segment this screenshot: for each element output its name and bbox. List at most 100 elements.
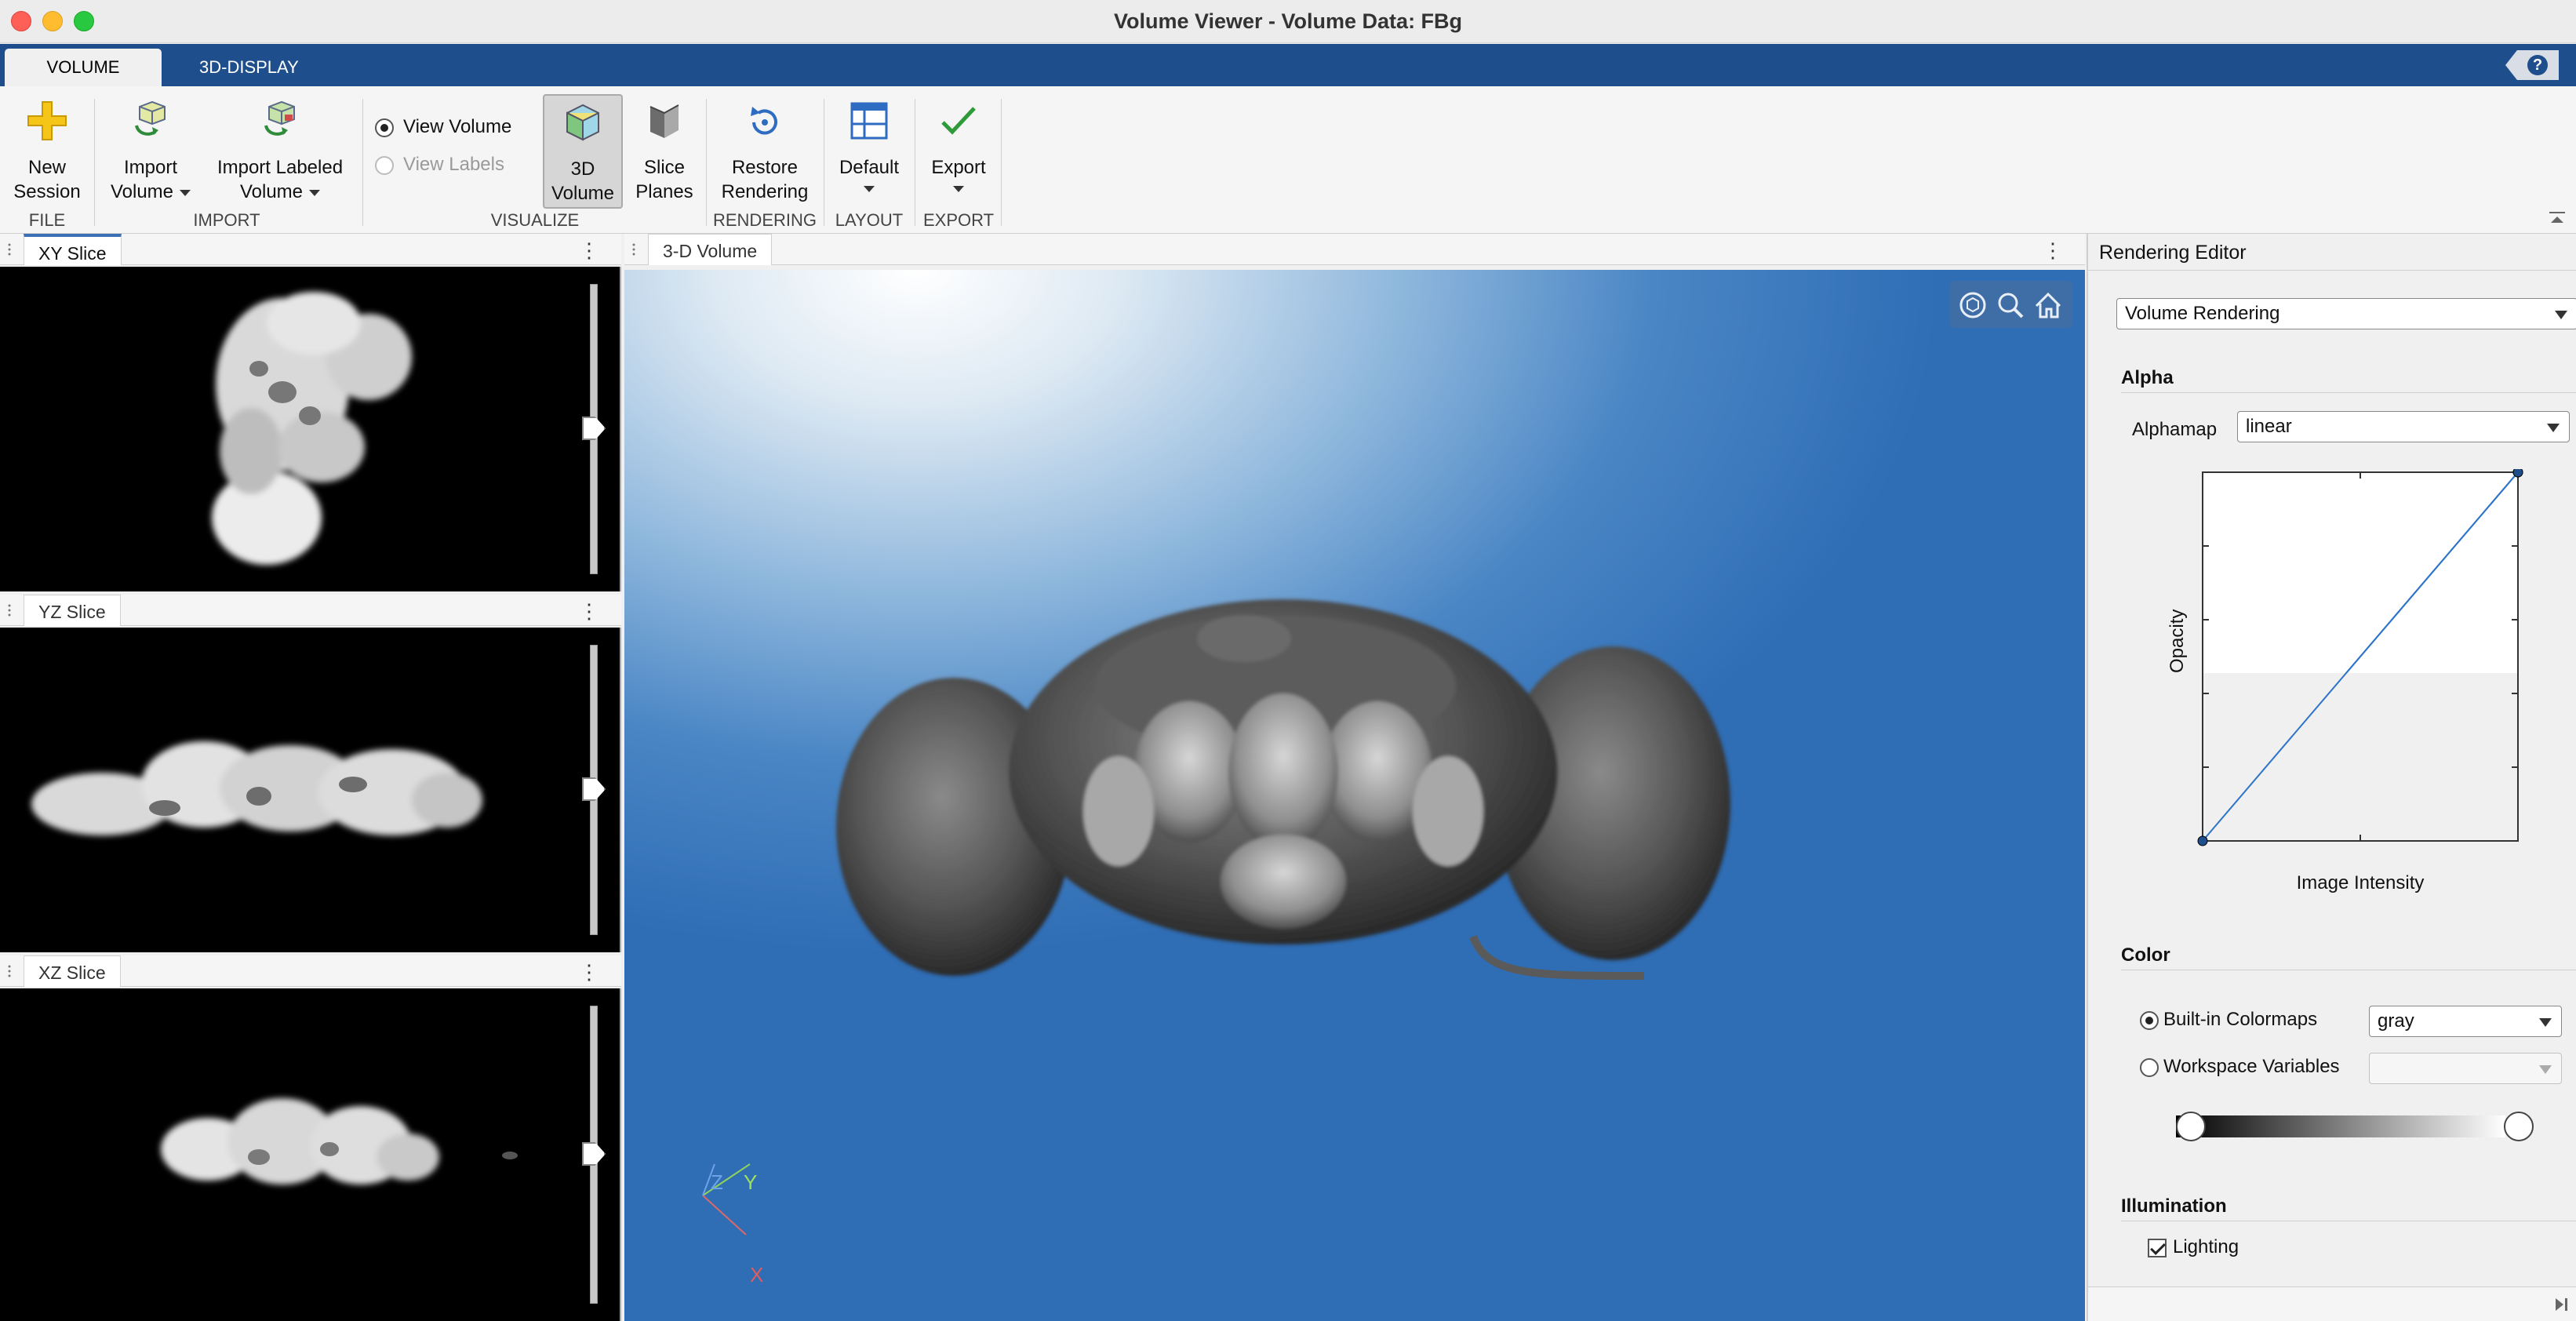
- default-layout-label: Default: [839, 157, 900, 178]
- xz-slice-header: XZ Slice ⋮: [0, 955, 621, 987]
- alpha-section-title: Alpha: [2121, 367, 2174, 388]
- alphamap-label: Alphamap: [2132, 419, 2218, 440]
- drag-handle-icon[interactable]: [6, 242, 13, 257]
- more-options-icon[interactable]: ⋮: [579, 960, 599, 984]
- plus-icon: [27, 101, 67, 140]
- restore-rendering-label-1: Restore: [731, 157, 799, 178]
- axes-indicator: [702, 1163, 751, 1235]
- import-volume-label-2: Volume: [110, 181, 174, 202]
- axis-label-z: Z: [711, 1170, 723, 1194]
- lighting-checkbox[interactable]: Lighting: [2148, 1236, 2239, 1258]
- collapse-panel-icon[interactable]: [2551, 1295, 2570, 1314]
- import-labeled-volume-button[interactable]: Import Labeled Volume: [207, 99, 353, 204]
- colormap-min-handle[interactable]: [2176, 1112, 2206, 1141]
- colormap-max-handle[interactable]: [2504, 1112, 2534, 1141]
- xy-slice-header: XY Slice ⋮: [0, 234, 621, 265]
- divider: [2088, 270, 2576, 271]
- tab-3d-volume[interactable]: 3-D Volume: [648, 234, 773, 265]
- slice-planes-label-2: Planes: [635, 181, 693, 202]
- 3d-volume-label-1: 3D: [570, 158, 595, 180]
- export-label: Export: [931, 157, 986, 178]
- lighting-label: Lighting: [2173, 1236, 2239, 1257]
- workspace-variable-dropdown[interactable]: [2369, 1053, 2562, 1084]
- chevron-down-icon: [953, 186, 964, 192]
- question-mark-icon: ?: [2527, 55, 2548, 75]
- drag-handle-icon[interactable]: [6, 963, 13, 979]
- restore-rendering-button[interactable]: Restore Rendering: [712, 99, 817, 204]
- colormap-gradient-bar: [2176, 1115, 2505, 1137]
- yz-slice-view[interactable]: [0, 628, 621, 952]
- alphamap-plot-frame: [2197, 469, 2523, 846]
- default-layout-button[interactable]: Default: [830, 99, 908, 192]
- checkmark-icon: [941, 107, 976, 135]
- builtin-colormaps-label: Built-in Colormaps: [2163, 1009, 2318, 1030]
- chevron-down-icon: [2539, 1065, 2552, 1074]
- tab-yz-slice[interactable]: YZ Slice: [24, 595, 121, 626]
- chevron-down-icon: [864, 186, 875, 192]
- workspace-variables-radio[interactable]: Workspace Variables: [2140, 1056, 2340, 1078]
- rendering-editor-panel: Rendering Editor Volume Rendering Alpha …: [2087, 234, 2576, 1321]
- chevron-down-icon: [309, 189, 321, 196]
- rendering-mode-dropdown[interactable]: Volume Rendering: [2116, 298, 2576, 329]
- import-volume-button[interactable]: Import Volume: [100, 99, 201, 204]
- radio-empty-icon: [375, 155, 394, 175]
- axis-label-x: X: [750, 1263, 764, 1286]
- view-volume-label: View Volume: [403, 116, 512, 137]
- color-section-title: Color: [2121, 944, 2170, 966]
- more-options-icon[interactable]: ⋮: [579, 238, 599, 263]
- group-label-layout: LAYOUT: [835, 210, 904, 230]
- group-label-rendering: RENDERING: [712, 210, 817, 230]
- separator: [1001, 99, 1002, 226]
- divider: [2121, 392, 2576, 393]
- export-button[interactable]: Export: [921, 99, 996, 192]
- xy-slice-image: [212, 292, 412, 565]
- alphamap-value: linear: [2246, 416, 2292, 437]
- layout-grid-icon: [850, 102, 888, 140]
- new-session-label-1: New: [27, 157, 66, 178]
- new-session-label-2: Session: [13, 181, 81, 202]
- toolstrip: New Session FILE Import Volume Import La…: [0, 86, 2576, 234]
- alphamap-dropdown[interactable]: linear: [2237, 411, 2570, 442]
- colormap-value: gray: [2378, 1010, 2414, 1032]
- xy-slice-view[interactable]: [0, 267, 621, 591]
- tab-volume-viewer[interactable]: VOLUME VIEWER: [5, 49, 162, 115]
- radio-selected-icon: [375, 118, 394, 137]
- help-button[interactable]: ?: [2505, 50, 2559, 80]
- 3d-volume-view[interactable]: Z Y X: [624, 270, 2085, 1321]
- builtin-colormaps-radio[interactable]: Built-in Colormaps: [2140, 1009, 2317, 1031]
- import-volume-label-1: Import: [123, 157, 177, 178]
- view-labels-radio[interactable]: View Labels: [375, 154, 504, 176]
- chevron-down-icon: [2555, 311, 2567, 319]
- 3d-volume-label-2: Volume: [551, 183, 615, 204]
- restore-rendering-label-2: Rendering: [721, 181, 809, 202]
- tab-xy-slice[interactable]: XY Slice: [24, 234, 122, 265]
- axis-label-y: Y: [744, 1170, 758, 1194]
- xz-slice-view[interactable]: [0, 988, 621, 1321]
- 3d-cube-icon: [566, 104, 599, 141]
- 3d-volume-header: 3-D Volume ⋮: [624, 234, 2085, 265]
- more-options-icon[interactable]: ⋮: [579, 599, 599, 624]
- chevron-down-icon: [180, 189, 191, 196]
- group-label-export: EXPORT: [922, 210, 995, 230]
- collapse-toolstrip-icon[interactable]: [2548, 210, 2567, 226]
- drag-handle-icon[interactable]: [6, 602, 13, 618]
- tab-3d-display[interactable]: 3D-DISPLAY: [188, 49, 310, 86]
- view-labels-label: View Labels: [403, 154, 504, 175]
- new-session-button[interactable]: New Session: [9, 99, 85, 204]
- tab-xz-slice[interactable]: XZ Slice: [24, 955, 121, 987]
- illumination-section-title: Illumination: [2121, 1195, 2227, 1217]
- view-volume-radio[interactable]: View Volume: [375, 116, 511, 138]
- colormap-dropdown[interactable]: gray: [2369, 1006, 2562, 1037]
- 3d-volume-button[interactable]: 3D Volume: [543, 94, 623, 209]
- chevron-down-icon: [2547, 424, 2560, 432]
- drag-handle-icon[interactable]: [631, 242, 637, 257]
- more-options-icon[interactable]: ⋮: [2043, 238, 2063, 263]
- editor-footer: [2088, 1286, 2576, 1321]
- ribbon-tab-strip: VOLUME VIEWER 3D-DISPLAY ?: [0, 44, 2576, 115]
- workspace-variables-label: Workspace Variables: [2163, 1056, 2340, 1077]
- slice-planes-icon: [649, 104, 679, 138]
- import-labeled-cube-icon: [264, 100, 295, 136]
- restore-icon: [751, 107, 777, 135]
- window-title: Volume Viewer - Volume Data: FBg: [1113, 9, 1463, 33]
- slice-planes-button[interactable]: Slice Planes: [628, 99, 701, 204]
